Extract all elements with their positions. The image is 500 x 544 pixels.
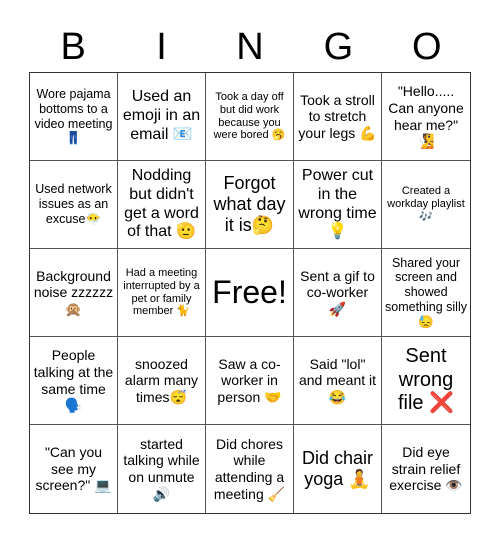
bingo-cell[interactable]: Nodding but didn't get a word of that 🫡 <box>118 161 206 249</box>
bingo-cell[interactable]: Took a day off but did work because you … <box>206 73 294 161</box>
free-space-cell[interactable]: Free! <box>206 249 294 337</box>
bingo-cell[interactable]: Wore pajama bottoms to a video meeting 👖 <box>30 73 118 161</box>
bingo-cell[interactable]: Shared your screen and showed something … <box>382 249 470 337</box>
bingo-cell[interactable]: Did eye strain relief exercise 👁️ <box>382 425 470 513</box>
header-letter-i: I <box>156 26 167 68</box>
bingo-card-grid: Wore pajama bottoms to a video meeting 👖… <box>29 72 471 514</box>
bingo-cell[interactable]: Background noise zzzzzz 🙊 <box>30 249 118 337</box>
bingo-header: B I N G O <box>29 22 471 72</box>
bingo-cell[interactable]: Saw a co-worker in person 🤝 <box>206 337 294 425</box>
bingo-cell[interactable]: People talking at the same time 🗣️ <box>30 337 118 425</box>
bingo-cell[interactable]: started talking while on unmute🔊 <box>118 425 206 513</box>
bingo-cell[interactable]: Forgot what day it is🤔 <box>206 161 294 249</box>
bingo-cell[interactable]: Took a stroll to stretch your legs 💪 <box>294 73 382 161</box>
header-letter-n: N <box>236 26 264 68</box>
bingo-cell[interactable]: Said "lol" and meant it 😂 <box>294 337 382 425</box>
bingo-cell[interactable]: Had a meeting interrupted by a pet or fa… <box>118 249 206 337</box>
header-letter-o: O <box>411 26 442 68</box>
bingo-cell[interactable]: Sent wrong file ❌ <box>382 337 470 425</box>
bingo-cell[interactable]: Created a workday playlist 🎶 <box>382 161 470 249</box>
bingo-cell[interactable]: Used network issues as an excuse😶‍🌫️ <box>30 161 118 249</box>
bingo-cell[interactable]: snoozed alarm many times😴 <box>118 337 206 425</box>
header-letter-b: B <box>60 26 86 68</box>
bingo-cell[interactable]: Power cut in the wrong time💡 <box>294 161 382 249</box>
bingo-cell[interactable]: "Can you see my screen?" 💻 <box>30 425 118 513</box>
bingo-cell[interactable]: Did chores while attending a meeting 🧹 <box>206 425 294 513</box>
bingo-cell[interactable]: Did chair yoga 🧘 <box>294 425 382 513</box>
bingo-cell[interactable]: Sent a gif to co-worker 🚀 <box>294 249 382 337</box>
bingo-cell[interactable]: Used an emoji in an email 📧 <box>118 73 206 161</box>
bingo-cell[interactable]: "Hello..... Can anyone hear me?" 🧏 <box>382 73 470 161</box>
header-letter-g: G <box>323 26 354 68</box>
